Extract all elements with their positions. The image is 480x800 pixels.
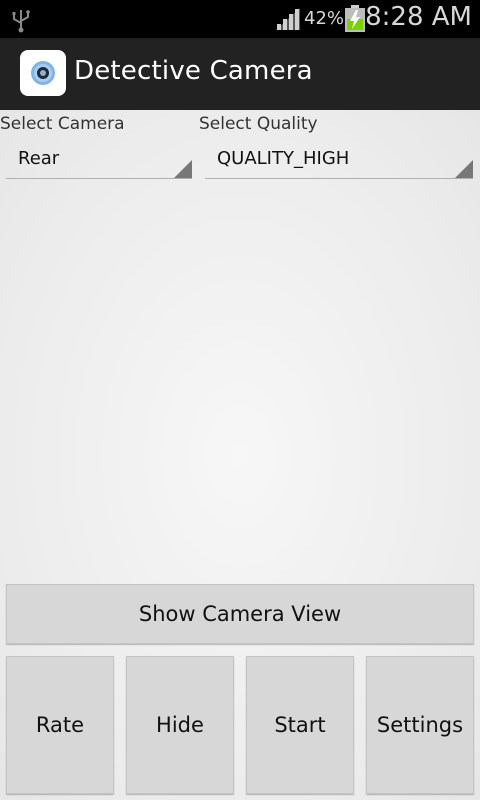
signal-icon [276, 8, 300, 30]
main-content: Select Camera Select Quality Rear QUALIT… [0, 110, 480, 800]
app-icon[interactable] [20, 50, 66, 96]
clock: 8:28 AM [365, 2, 472, 32]
quality-spinner[interactable]: QUALITY_HIGH [205, 140, 473, 179]
app-title: Detective Camera [74, 56, 313, 86]
hide-button[interactable]: Hide [126, 656, 234, 794]
quality-spinner-value: QUALITY_HIGH [217, 148, 350, 169]
camera-lens-icon [31, 61, 55, 85]
rate-button[interactable]: Rate [6, 656, 114, 794]
camera-spinner[interactable]: Rear [6, 140, 192, 179]
dropdown-arrow-icon [455, 160, 473, 178]
status-bar: 42% 8:28 AM [0, 0, 480, 38]
action-bar: Detective Camera [0, 38, 480, 110]
camera-spinner-value: Rear [18, 148, 60, 169]
dropdown-arrow-icon [174, 160, 192, 178]
start-button[interactable]: Start [246, 656, 354, 794]
show-camera-view-button[interactable]: Show Camera View [6, 584, 474, 644]
select-quality-label: Select Quality [199, 114, 318, 134]
select-camera-label: Select Camera [0, 114, 125, 134]
settings-button[interactable]: Settings [366, 656, 474, 794]
battery-charging-icon [345, 5, 365, 32]
usb-icon [12, 10, 30, 33]
battery-percent: 42% [304, 8, 345, 29]
